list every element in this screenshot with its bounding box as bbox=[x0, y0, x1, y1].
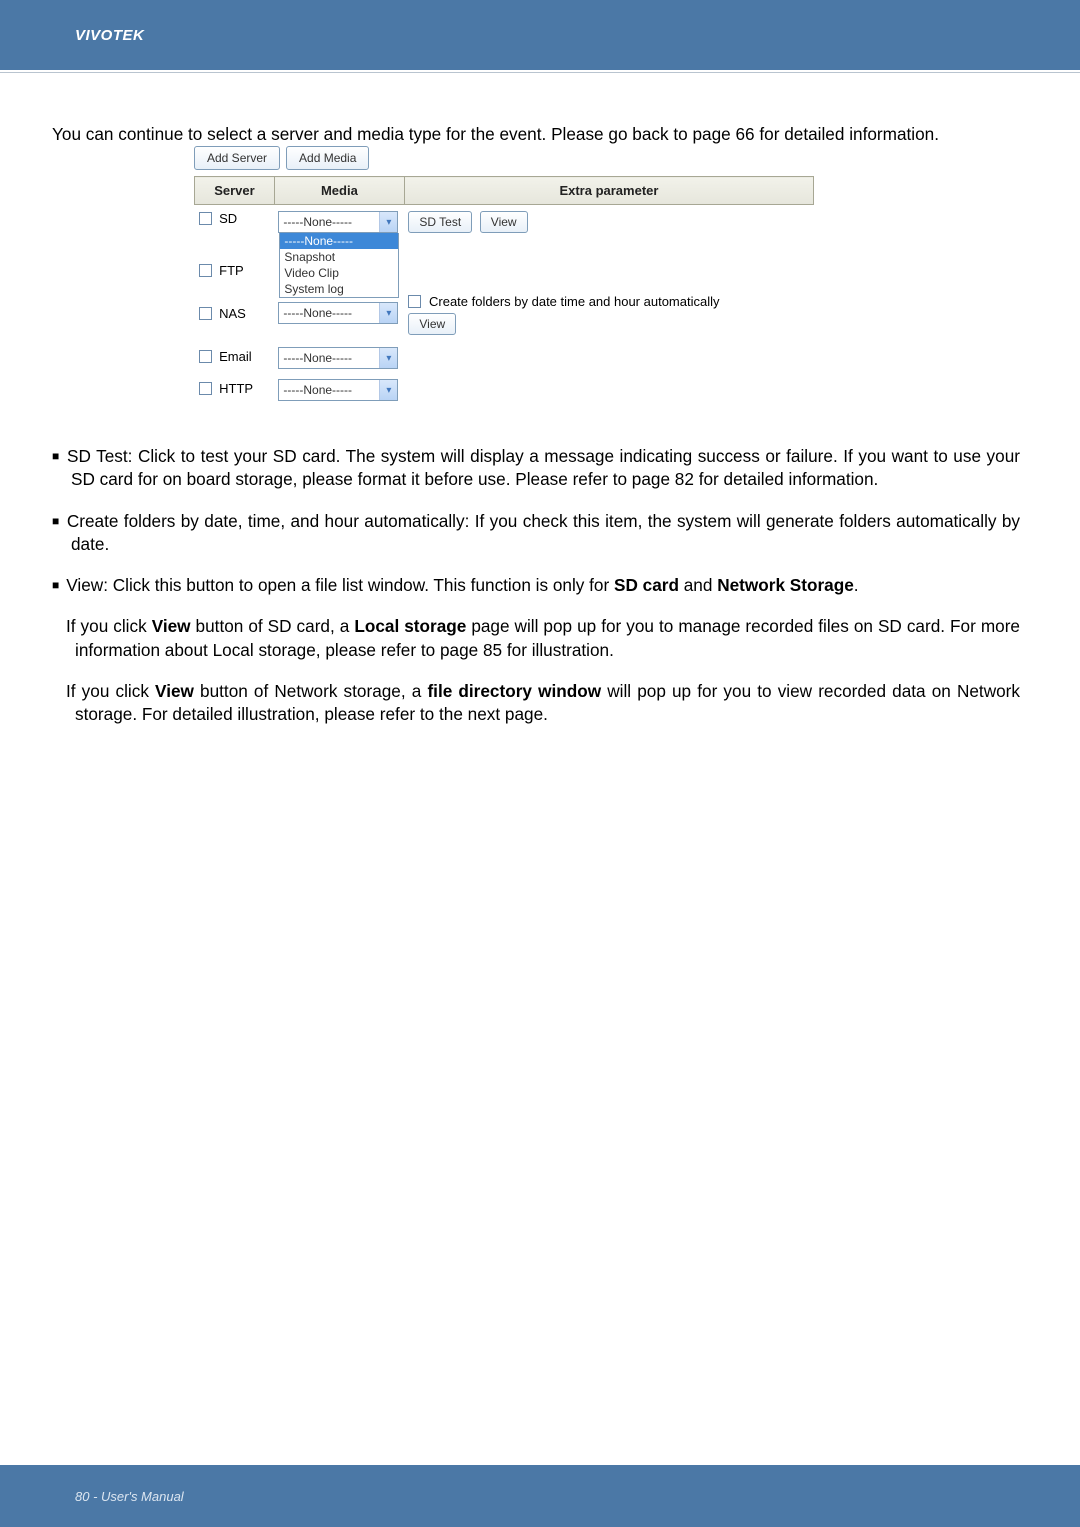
p1-pre: If you click bbox=[66, 616, 152, 636]
email-media-select[interactable]: -----None----- ▾ bbox=[278, 347, 398, 369]
bold-sd-card: SD card bbox=[614, 575, 679, 595]
bullet-icon: ■ bbox=[52, 578, 59, 592]
p2-pre: If you click bbox=[66, 681, 155, 701]
media-dropdown-list: -----None----- Snapshot Video Clip Syste… bbox=[279, 233, 399, 298]
p1-mid: button of SD card, a bbox=[191, 616, 355, 636]
dropdown-option-systemlog[interactable]: System log bbox=[280, 281, 398, 297]
table-header-row: Server Media Extra parameter bbox=[195, 177, 814, 205]
nas-view-label: View bbox=[419, 317, 445, 331]
sd-view-label: View bbox=[491, 215, 517, 229]
add-media-label: Add Media bbox=[299, 151, 356, 165]
nas-media-value: -----None----- bbox=[279, 306, 352, 320]
bullet-icon: ■ bbox=[52, 449, 60, 463]
dropdown-option-videoclip[interactable]: Video Clip bbox=[280, 265, 398, 281]
bullet-view-post: . bbox=[854, 575, 859, 595]
sd-test-label: SD Test bbox=[419, 215, 461, 229]
nas-media-select[interactable]: -----None----- ▾ bbox=[278, 302, 398, 324]
ftp-checkbox[interactable] bbox=[199, 264, 212, 277]
th-media: Media bbox=[274, 177, 404, 205]
nas-view-button[interactable]: View bbox=[408, 313, 456, 335]
page-footer: 80 - User's Manual bbox=[0, 1465, 1080, 1527]
th-extra: Extra parameter bbox=[404, 177, 813, 205]
http-label: HTTP bbox=[219, 381, 253, 396]
page-header: VIVOTEK bbox=[0, 0, 1080, 70]
bold-view-1: View bbox=[152, 616, 191, 636]
dropdown-option-snapshot[interactable]: Snapshot bbox=[280, 249, 398, 265]
chevron-down-icon: ▾ bbox=[379, 380, 397, 400]
sd-media-select[interactable]: -----None----- ▾ -----None----- Snapshot… bbox=[278, 211, 398, 233]
add-media-button[interactable]: Add Media bbox=[286, 146, 369, 170]
create-folders-label: Create folders by date time and hour aut… bbox=[429, 294, 720, 309]
sd-test-button[interactable]: SD Test bbox=[408, 211, 472, 233]
footer-text: 80 - User's Manual bbox=[75, 1489, 184, 1504]
th-server: Server bbox=[195, 177, 275, 205]
top-button-row: Add Server Add Media bbox=[194, 146, 834, 170]
sd-label: SD bbox=[219, 211, 237, 226]
bullet-view: ■ View: Click this button to open a file … bbox=[52, 574, 1020, 597]
email-checkbox[interactable] bbox=[199, 350, 212, 363]
add-server-label: Add Server bbox=[207, 151, 267, 165]
bold-local-storage: Local storage bbox=[354, 616, 466, 636]
intro-paragraph: You can continue to select a server and … bbox=[52, 123, 1020, 146]
sd-checkbox[interactable] bbox=[199, 212, 212, 225]
p2-mid: button of Network storage, a bbox=[194, 681, 428, 701]
sd-view-button[interactable]: View bbox=[480, 211, 528, 233]
chevron-down-icon: ▾ bbox=[379, 348, 397, 368]
bold-network-storage: Network Storage bbox=[717, 575, 854, 595]
page-root: VIVOTEK You can continue to select a ser… bbox=[0, 0, 1080, 1527]
sub-paragraph-sd-view: If you click View button of SD card, a L… bbox=[66, 615, 1020, 661]
bold-file-directory-window: file directory window bbox=[427, 681, 601, 701]
email-label: Email bbox=[219, 349, 252, 364]
bullet-view-and: and bbox=[679, 575, 717, 595]
ftp-label: FTP bbox=[219, 263, 244, 278]
create-folders-checkbox[interactable] bbox=[408, 295, 421, 308]
http-checkbox[interactable] bbox=[199, 382, 212, 395]
bullet-sd-test: ■ SD Test: Click to test your SD card. Th… bbox=[52, 445, 1020, 491]
brand-text: VIVOTEK bbox=[75, 27, 144, 44]
dropdown-option-none[interactable]: -----None----- bbox=[280, 233, 398, 249]
bullet-list: ■ SD Test: Click to test your SD card. Th… bbox=[52, 445, 1020, 726]
server-media-table: Server Media Extra parameter SD -----Non… bbox=[194, 176, 814, 403]
bullet-icon: ■ bbox=[52, 514, 60, 528]
http-media-value: -----None----- bbox=[279, 383, 352, 397]
add-server-button[interactable]: Add Server bbox=[194, 146, 280, 170]
table-row: Email -----None----- ▾ bbox=[195, 337, 814, 371]
sub-paragraph-ns-view: If you click View button of Network stor… bbox=[66, 680, 1020, 726]
bullet-view-pre: View: Click this button to open a file l… bbox=[66, 575, 614, 595]
embedded-screenshot: Add Server Add Media Server Media Extra … bbox=[194, 146, 834, 403]
sd-media-value: -----None----- bbox=[279, 215, 352, 229]
bullet-create-folders: ■ Create folders by date, time, and hour … bbox=[52, 510, 1020, 556]
table-row: SD -----None----- ▾ -----None----- Snaps… bbox=[195, 205, 814, 236]
nas-checkbox[interactable] bbox=[199, 307, 212, 320]
nas-label: NAS bbox=[219, 306, 246, 321]
table-row: HTTP -----None----- ▾ bbox=[195, 371, 814, 403]
bold-view-2: View bbox=[155, 681, 194, 701]
bullet-create-folders-text: Create folders by date, time, and hour a… bbox=[67, 511, 1020, 554]
page-body: You can continue to select a server and … bbox=[0, 73, 1080, 726]
chevron-down-icon: ▾ bbox=[379, 212, 397, 232]
chevron-down-icon: ▾ bbox=[379, 303, 397, 323]
bullet-sd-test-text: SD Test: Click to test your SD card. The… bbox=[67, 446, 1020, 489]
http-media-select[interactable]: -----None----- ▾ bbox=[278, 379, 398, 401]
email-media-value: -----None----- bbox=[279, 351, 352, 365]
